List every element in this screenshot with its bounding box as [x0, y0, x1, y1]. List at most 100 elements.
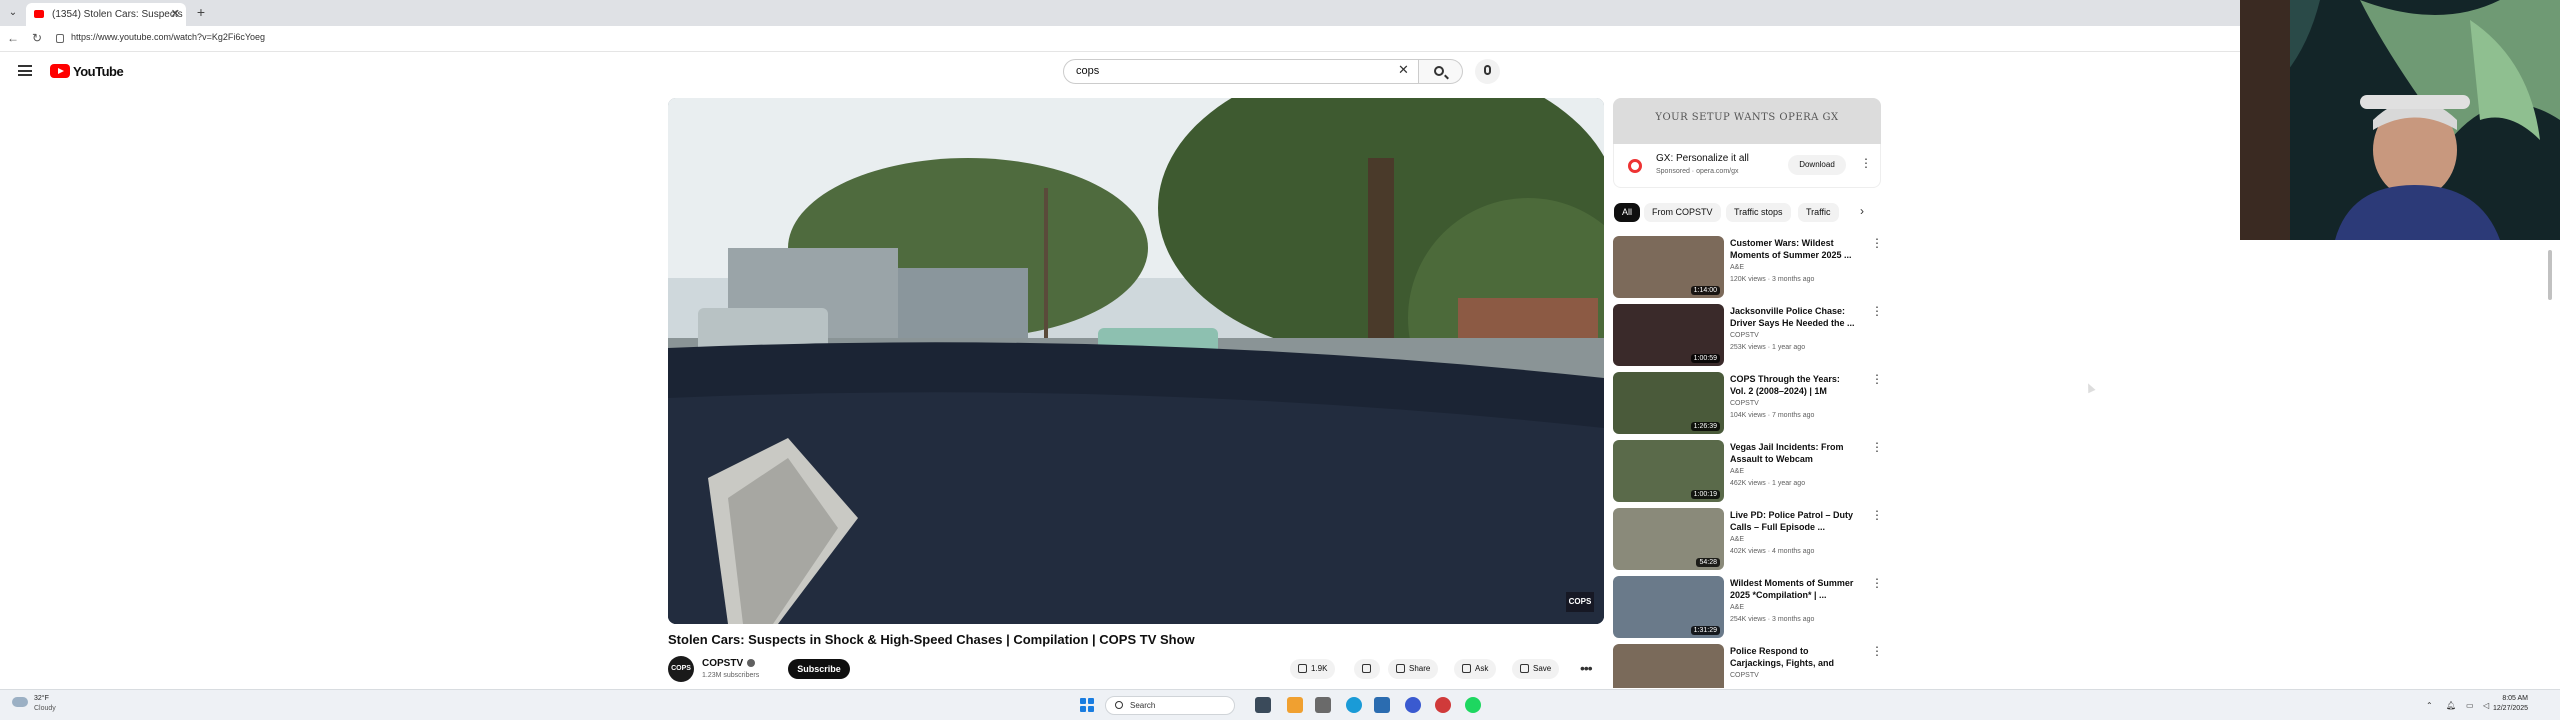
- list-item[interactable]: 1:00:59 Jacksonville Police Chase: Drive…: [1613, 304, 1883, 368]
- chips-next-chevron-icon[interactable]: ›: [1860, 204, 1864, 218]
- weather-temperature[interactable]: 32°F: [34, 695, 49, 702]
- search-input[interactable]: cops: [1063, 59, 1419, 84]
- video-thumbnail[interactable]: 1:14:00: [1613, 236, 1724, 298]
- new-tab-plus-icon[interactable]: +: [192, 4, 210, 20]
- rec-title[interactable]: Wildest Moments of Summer 2025 *Compilat…: [1730, 577, 1858, 601]
- more-actions-icon[interactable]: •••: [1580, 660, 1593, 676]
- opera-gx-icon[interactable]: [1435, 697, 1451, 713]
- network-icon[interactable]: ▭: [2466, 701, 2474, 710]
- ad-banner-text: YOUR SETUP WANTS OPERA GX: [1655, 112, 1839, 123]
- tab-list-chevron-icon[interactable]: ⌄: [6, 6, 20, 20]
- ask-button[interactable]: Ask: [1454, 659, 1497, 679]
- spotify-icon[interactable]: [1465, 697, 1481, 713]
- store-icon[interactable]: [1374, 697, 1390, 713]
- rec-title[interactable]: Jacksonville Police Chase: Driver Says H…: [1730, 305, 1858, 329]
- youtube-logo-icon[interactable]: [50, 64, 70, 78]
- rec-channel[interactable]: COPSTV: [1730, 672, 1759, 679]
- rec-title[interactable]: Vegas Jail Incidents: From Assault to We…: [1730, 441, 1858, 467]
- rec-more-icon[interactable]: ⋮: [1871, 576, 1883, 590]
- ad-card[interactable]: GX: Personalize it all Sponsored · opera…: [1613, 144, 1881, 188]
- edge-browser-icon[interactable]: [1346, 697, 1362, 713]
- file-explorer-icon[interactable]: [1287, 697, 1303, 713]
- search-icon: [1115, 701, 1123, 709]
- webcam-overlay: [2240, 0, 2560, 240]
- rec-channel[interactable]: COPSTV: [1730, 400, 1759, 407]
- rec-channel[interactable]: A&E: [1730, 604, 1744, 611]
- list-item[interactable]: Police Respond to Carjackings, Fights, a…: [1613, 644, 1881, 688]
- rec-meta: 402K views · 4 months ago: [1730, 548, 1815, 555]
- weather-description[interactable]: Cloudy: [34, 705, 56, 712]
- search-button[interactable]: [1419, 59, 1463, 84]
- task-view-icon[interactable]: [1255, 697, 1271, 713]
- site-info-icon[interactable]: [56, 34, 64, 43]
- windows-start-icon[interactable]: [1080, 698, 1094, 712]
- rec-more-icon[interactable]: ⋮: [1871, 644, 1881, 658]
- rec-more-icon[interactable]: ⋮: [1871, 372, 1883, 386]
- chat-icon[interactable]: [1405, 697, 1421, 713]
- channel-name[interactable]: COPSTV: [702, 658, 756, 669]
- share-button[interactable]: Share: [1388, 659, 1439, 679]
- rec-title[interactable]: Live PD: Police Patrol – Duty Calls – Fu…: [1730, 509, 1858, 533]
- tab-close-icon[interactable]: ✕: [171, 3, 180, 26]
- ad-title: GX: Personalize it all: [1656, 153, 1749, 164]
- video-thumbnail[interactable]: 1:00:19: [1613, 440, 1724, 502]
- ad-more-icon[interactable]: ⋮: [1860, 156, 1872, 170]
- list-item[interactable]: 54:28 Live PD: Police Patrol – Duty Call…: [1613, 508, 1883, 572]
- clock-date[interactable]: 12/27/2025: [2478, 705, 2528, 712]
- rec-more-icon[interactable]: ⋮: [1871, 304, 1883, 318]
- youtube-favicon-icon: [34, 10, 44, 18]
- subscribe-button[interactable]: Subscribe: [788, 659, 850, 679]
- video-thumbnail[interactable]: 1:31:29: [1613, 576, 1724, 638]
- list-item[interactable]: 1:31:29 Wildest Moments of Summer 2025 *…: [1613, 576, 1883, 640]
- taskbar-search-box[interactable]: Search: [1105, 696, 1235, 715]
- youtube-logo-text[interactable]: YouTube: [73, 64, 124, 79]
- video-thumbnail[interactable]: [1613, 644, 1724, 688]
- url-field[interactable]: https://www.youtube.com/watch?v=Kg2Fi6cY…: [71, 32, 265, 42]
- opera-logo-icon: [1628, 159, 1642, 173]
- back-arrow-icon[interactable]: ←: [6, 31, 20, 45]
- menu-hamburger-icon[interactable]: [18, 65, 32, 76]
- rec-more-icon[interactable]: ⋮: [1871, 508, 1883, 522]
- rec-more-icon[interactable]: ⋮: [1871, 236, 1883, 250]
- rec-channel[interactable]: COPSTV: [1730, 332, 1759, 339]
- youtube-header: YouTube cops ✕: [0, 53, 2240, 91]
- page-scrollbar-thumb[interactable]: [2548, 250, 2552, 300]
- ad-banner[interactable]: YOUR SETUP WANTS OPERA GX: [1613, 98, 1881, 144]
- rec-title[interactable]: COPS Through the Years: Vol. 2 (2008–202…: [1730, 373, 1858, 399]
- reload-icon[interactable]: ↻: [30, 31, 44, 45]
- list-item[interactable]: 1:14:00 Customer Wars: Wildest Moments o…: [1613, 236, 1883, 300]
- save-button[interactable]: Save: [1512, 659, 1560, 679]
- rec-more-icon[interactable]: ⋮: [1871, 440, 1883, 454]
- video-frame: [668, 98, 1604, 624]
- dislike-button[interactable]: [1354, 659, 1380, 679]
- voice-search-button[interactable]: [1475, 59, 1500, 84]
- duration-badge: 1:14:00: [1690, 286, 1720, 295]
- list-item[interactable]: 1:00:19 Vegas Jail Incidents: From Assau…: [1613, 440, 1883, 504]
- browser-tab-bar: ⌄ (1354) Stolen Cars: Suspects i ✕ +: [0, 0, 2240, 26]
- chip-from-copstv[interactable]: From COPSTV: [1644, 203, 1721, 222]
- clear-search-icon[interactable]: ✕: [1398, 62, 1409, 78]
- rec-channel[interactable]: A&E: [1730, 536, 1744, 543]
- app-icon[interactable]: [1315, 697, 1331, 713]
- screen: ⌄ (1354) Stolen Cars: Suspects i ✕ + ← ↻…: [0, 0, 2560, 720]
- video-player[interactable]: COPS: [668, 98, 1604, 624]
- like-button[interactable]: 1.9K: [1290, 659, 1336, 679]
- rec-title[interactable]: Customer Wars: Wildest Moments of Summer…: [1730, 237, 1858, 261]
- video-thumbnail[interactable]: 1:26:39: [1613, 372, 1724, 434]
- cloud-icon[interactable]: [12, 697, 28, 707]
- list-item[interactable]: 1:26:39 COPS Through the Years: Vol. 2 (…: [1613, 372, 1883, 436]
- chip-traffic[interactable]: Traffic: [1798, 203, 1839, 222]
- rec-title[interactable]: Police Respond to Carjackings, Fights, a…: [1730, 645, 1858, 671]
- chip-traffic-stops[interactable]: Traffic stops: [1726, 203, 1791, 222]
- video-thumbnail[interactable]: 1:00:59: [1613, 304, 1724, 366]
- ad-download-button[interactable]: Download: [1788, 155, 1846, 175]
- chip-all[interactable]: All: [1614, 203, 1641, 222]
- video-thumbnail[interactable]: 54:28: [1613, 508, 1724, 570]
- notification-bell-icon[interactable]: 🔔︎: [2446, 701, 2456, 710]
- clock-time[interactable]: 8:05 AM: [2478, 695, 2528, 702]
- channel-avatar[interactable]: COPS: [668, 656, 694, 682]
- show-hidden-icons-chevron-icon[interactable]: ⌃: [2426, 701, 2433, 710]
- browser-tab-active[interactable]: (1354) Stolen Cars: Suspects i ✕: [26, 3, 186, 26]
- rec-channel[interactable]: A&E: [1730, 468, 1744, 475]
- rec-channel[interactable]: A&E: [1730, 264, 1744, 271]
